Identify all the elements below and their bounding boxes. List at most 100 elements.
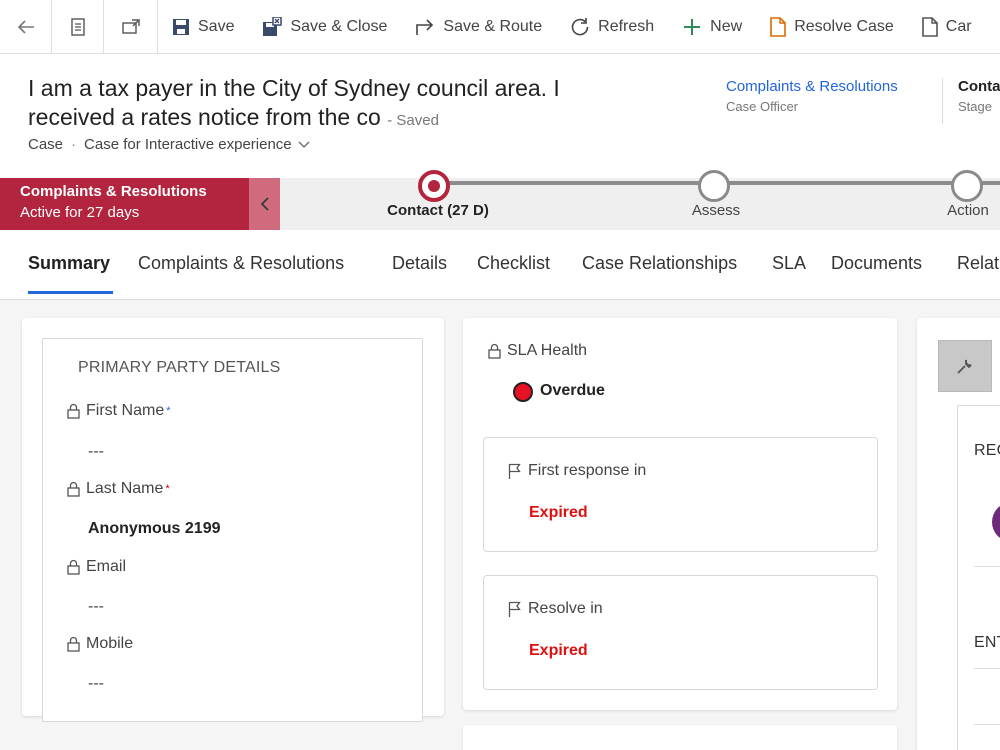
primary-party-section: PRIMARY PARTY DETAILS First Name * --- La…: [42, 338, 423, 722]
resolve-case-label: Resolve Case: [794, 17, 894, 35]
form-tabs: Summary Complaints & Resolutions Details…: [0, 230, 1000, 300]
separator-dot: ·: [71, 136, 77, 153]
first-name-label: First Name *: [67, 402, 171, 420]
business-process-flow: Complaints & Resolutions Active for 27 d…: [0, 170, 1000, 230]
first-name-label-text: First Name: [86, 402, 165, 419]
mobile-value[interactable]: ---: [88, 675, 104, 693]
lock-icon: [67, 481, 80, 497]
back-arrow-icon: [17, 19, 34, 34]
sla-health-label-text: SLA Health: [507, 342, 588, 359]
tab-details[interactable]: Details: [392, 253, 447, 274]
tab-case-relationships[interactable]: Case Relationships: [582, 253, 737, 274]
save-route-button[interactable]: Save & Route: [401, 0, 556, 53]
form-selector[interactable]: Case · Case for Interactive experience: [28, 136, 310, 153]
command-bar: Save Save & Close Save & Route Refresh N…: [0, 0, 1000, 54]
new-button[interactable]: New: [668, 0, 756, 53]
entity-section-title: ENT: [974, 634, 1000, 651]
resolve-label: Resolve in: [508, 600, 603, 618]
new-label: New: [710, 17, 743, 35]
title-line-1: I am a tax payer in the City of Sydney c…: [28, 75, 560, 101]
recommended-marker: *: [166, 405, 171, 417]
header-field-stage: Conta Stage: [942, 78, 1000, 124]
cancel-case-button[interactable]: Car: [908, 0, 972, 53]
divider: [974, 724, 1000, 725]
recent-section-title: REC: [974, 442, 1000, 459]
lock-icon: [67, 636, 80, 652]
active-process-name: Complaints & Resolutions: [20, 183, 207, 200]
form-view-button[interactable]: [52, 0, 104, 53]
email-value[interactable]: ---: [88, 598, 104, 616]
active-process-flyout[interactable]: Complaints & Resolutions Active for 27 d…: [0, 178, 249, 230]
tab-documents[interactable]: Documents: [831, 253, 922, 274]
stage-action-label[interactable]: Action: [888, 202, 1000, 219]
form-name: Case for Interactive experience: [84, 136, 292, 153]
save-close-label: Save & Close: [290, 17, 388, 35]
email-label: Email: [67, 558, 126, 576]
sla-health-value: Overdue: [540, 382, 605, 399]
back-button[interactable]: [0, 0, 52, 53]
tab-related[interactable]: Relat: [957, 253, 999, 274]
process-track: [418, 170, 1000, 202]
record-header: I am a tax payer in the City of Sydney c…: [0, 54, 1000, 178]
lock-icon: [67, 403, 80, 419]
popout-icon: [121, 18, 140, 34]
stage-label: Stage: [958, 99, 992, 114]
cancel-case-label: Car: [945, 17, 972, 35]
stage-assess-node[interactable]: [698, 170, 730, 202]
saved-status: - Saved: [387, 112, 439, 129]
stage-contact-node[interactable]: [418, 170, 450, 202]
sla-card: SLA Health Overdue First response in Exp…: [463, 318, 897, 710]
case-officer-label: Case Officer: [726, 99, 799, 114]
save-label: Save: [198, 17, 235, 35]
tools-button[interactable]: [938, 340, 992, 392]
active-tab-indicator: [28, 291, 113, 294]
tab-complaints-resolutions[interactable]: Complaints & Resolutions: [138, 253, 344, 274]
resolve-case-button[interactable]: Resolve Case: [756, 0, 908, 53]
mobile-label: Mobile: [67, 635, 133, 653]
save-close-button[interactable]: Save & Close: [248, 0, 401, 53]
resolve-timer: Resolve in Expired: [483, 575, 878, 690]
divider: [974, 668, 1000, 669]
flag-icon: [508, 601, 521, 617]
primary-party-card: PRIMARY PARTY DETAILS First Name * --- La…: [22, 318, 444, 722]
resolve-label-text: Resolve in: [528, 600, 603, 617]
overdue-status-icon: [513, 382, 533, 402]
open-new-window-button[interactable]: [104, 0, 158, 53]
email-label-text: Email: [86, 558, 127, 575]
next-card: [463, 725, 897, 750]
cancel-document-icon: [921, 16, 938, 37]
stage-contact-label[interactable]: Contact (27 D): [358, 202, 518, 219]
first-response-value: Expired: [529, 504, 588, 521]
last-name-label-text: Last Name: [86, 480, 164, 497]
mobile-label-text: Mobile: [86, 635, 134, 652]
save-route-label: Save & Route: [443, 17, 543, 35]
save-button[interactable]: Save: [158, 0, 248, 53]
stage-value: Conta: [958, 78, 1000, 95]
right-panel-section: REC ENT: [957, 405, 1000, 750]
collapse-process-button[interactable]: [249, 178, 280, 230]
refresh-button[interactable]: Refresh: [556, 0, 668, 53]
first-name-value[interactable]: ---: [88, 443, 104, 461]
sla-health-label: SLA Health: [488, 342, 587, 360]
stage-assess-label[interactable]: Assess: [636, 202, 796, 219]
first-response-label-text: First response in: [528, 462, 647, 479]
flag-icon: [508, 463, 521, 479]
primary-party-title: PRIMARY PARTY DETAILS: [78, 359, 281, 376]
stage-action-node[interactable]: [951, 170, 983, 202]
first-response-timer: First response in Expired: [483, 437, 878, 552]
entity-name: Case: [28, 136, 64, 153]
refresh-label: Refresh: [598, 17, 655, 35]
resolve-document-icon: [770, 16, 786, 37]
title-line-2: received a rates notice from the co: [28, 104, 381, 130]
tab-checklist[interactable]: Checklist: [477, 253, 550, 274]
lock-icon: [67, 559, 80, 575]
header-field-case-officer[interactable]: Complaints & Resolutions Case Officer: [726, 78, 898, 114]
case-officer-value[interactable]: Complaints & Resolutions: [726, 78, 898, 95]
chevron-left-icon: [260, 197, 269, 211]
tab-summary[interactable]: Summary: [28, 253, 110, 274]
last-name-value[interactable]: Anonymous 2199: [88, 520, 220, 538]
active-process-duration: Active for 27 days: [20, 204, 140, 221]
tab-sla[interactable]: SLA: [772, 253, 806, 274]
avatar[interactable]: [992, 502, 1000, 542]
active-stage-dot: [428, 180, 440, 192]
